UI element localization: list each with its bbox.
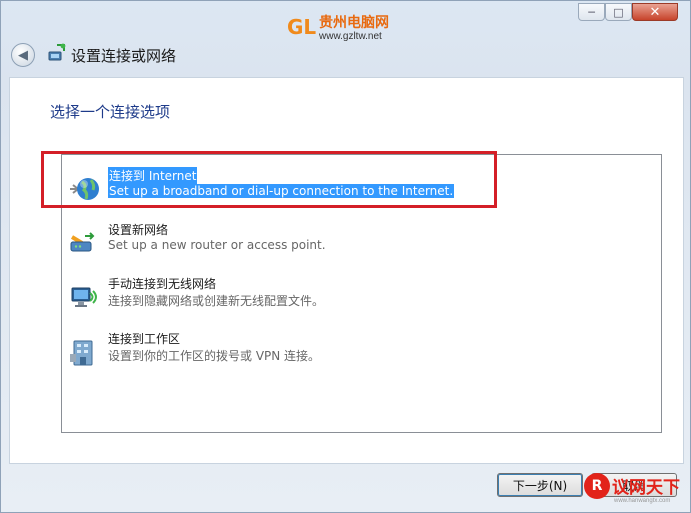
option-description: Set up a new router or access point. [108,238,326,252]
option-description: 设置到你的工作区的拨号或 VPN 连接。 [108,349,321,363]
option-description: Set up a broadband or dial-up connection… [108,184,455,198]
watermark-url: www.hanwangtx.com [614,498,671,504]
option-description: 连接到隐藏网络或创建新无线配置文件。 [108,294,325,308]
watermark-logo: GL [287,15,317,39]
watermark-url: www.gzltw.net [319,31,382,42]
next-button[interactable]: 下一步(N) [497,473,583,497]
option-name: 连接到 Internet [108,167,198,184]
option-connect-workplace[interactable]: 连接到工作区 设置到你的工作区的拨号或 VPN 连接。 [62,330,661,374]
setup-connection-window: ─ □ ✕ GL 贵州电脑网 www.gzltw.net ◀ 设置连接或网络 选… [0,0,691,513]
network-setup-icon [48,43,66,61]
content-panel: 选择一个连接选项 连接到 Internet Set up a broadband… [9,77,684,464]
page-title: 设置连接或网络 [71,47,177,65]
option-manual-wireless[interactable]: 手动连接到无线网络 连接到隐藏网络或创建新无线配置文件。 [62,275,661,319]
close-button[interactable]: ✕ [632,3,678,21]
minimize-button[interactable]: ─ [578,3,605,21]
watermark-gzltw: GL 贵州电脑网 www.gzltw.net [285,9,415,45]
option-name: 手动连接到无线网络 [108,277,217,291]
workplace-icon [70,340,93,366]
back-arrow-icon: ◀ [18,47,28,63]
router-icon [70,232,95,252]
connection-options-list: 连接到 Internet Set up a broadband or dial-… [61,154,662,433]
option-setup-new-network[interactable]: 设置新网络 Set up a new router or access poin… [62,221,661,265]
watermark-title: 议网天下 [612,478,680,498]
maximize-button[interactable]: □ [605,3,632,21]
back-button[interactable]: ◀ [11,43,35,67]
option-name: 连接到工作区 [108,332,181,346]
section-heading: 选择一个连接选项 [50,103,171,121]
option-name: 设置新网络 [108,223,169,237]
watermark-hanwang: R 议网天下 www.hanwangtx.com [584,469,690,511]
wireless-computer-icon [71,287,97,307]
watermark-title: 贵州电脑网 [319,15,389,31]
option-connect-internet[interactable]: 连接到 Internet Set up a broadband or dial-… [62,167,661,211]
watermark-logo: R [584,473,610,499]
globe-icon [70,178,99,200]
